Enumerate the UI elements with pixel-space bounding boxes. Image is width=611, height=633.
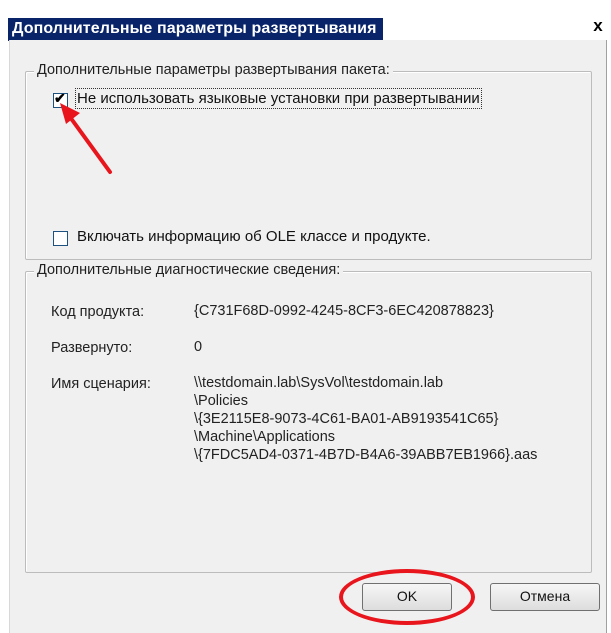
red-arrow-annotation xyxy=(60,103,112,174)
